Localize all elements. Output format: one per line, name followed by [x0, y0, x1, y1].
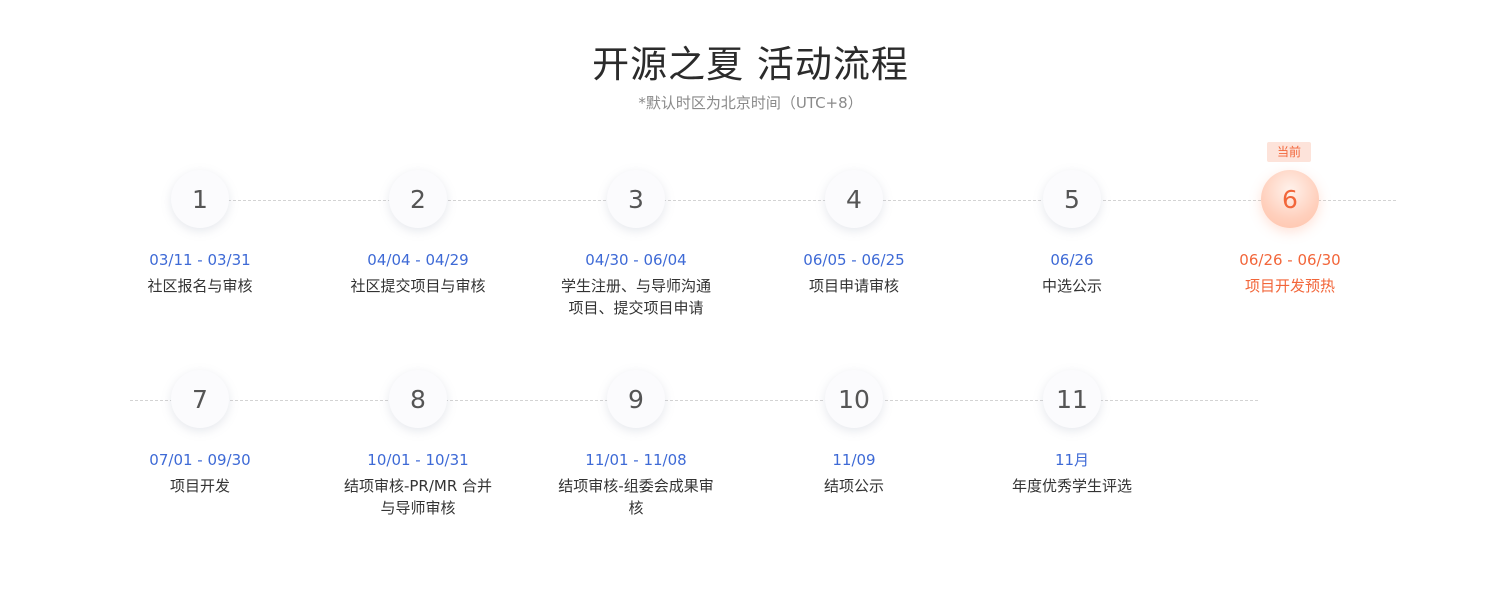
current-badge: 当前 [1267, 142, 1311, 162]
step-label: 结项审核-组委会成果审核 [558, 477, 714, 517]
step-label: 社区报名与审核 [147, 277, 253, 295]
step-label: 年度优秀学生评选 [1011, 477, 1132, 495]
step-number-circle[interactable]: 4 [825, 170, 883, 228]
step-date: 06/26 - 06/30 [1239, 251, 1341, 269]
page-title: 开源之夏 活动流程 [592, 43, 909, 86]
step-date: 10/01 - 10/31 [367, 451, 469, 469]
step-number-circle[interactable]: 5 [1043, 170, 1101, 228]
step-date: 11月 [1054, 451, 1090, 469]
step-date: 04/30 - 06/04 [585, 251, 687, 269]
step-label: 结项公示 [823, 477, 884, 495]
step-label: 项目开发预热 [1244, 277, 1335, 295]
step-label: 结项审核-PR/MR 合并与导师审核 [343, 477, 493, 517]
step-number-circle[interactable]: 9 [607, 370, 665, 428]
step-date: 07/01 - 09/30 [149, 451, 251, 469]
step-number-circle[interactable]: 1 [171, 170, 229, 228]
step-number-circle[interactable]: 6 [1261, 170, 1319, 228]
step-label: 社区提交项目与审核 [350, 277, 486, 295]
step-date: 06/26 [1050, 251, 1094, 269]
step-number-circle[interactable]: 11 [1043, 370, 1101, 428]
step-number-circle[interactable]: 7 [171, 370, 229, 428]
timezone-note: *默认时区为北京时间（UTC+8） [638, 94, 863, 112]
step-date: 11/01 - 11/08 [585, 451, 687, 469]
step-date: 04/04 - 04/29 [367, 251, 469, 269]
step-label: 学生注册、与导师沟通项目、提交项目申请 [560, 277, 711, 317]
step-label: 项目申请审核 [808, 277, 899, 295]
step-number-circle[interactable]: 10 [825, 370, 883, 428]
step-number-circle[interactable]: 2 [389, 170, 447, 228]
step-label: 项目开发 [169, 477, 230, 495]
step-date: 06/05 - 06/25 [803, 251, 905, 269]
step-number-circle[interactable]: 3 [607, 170, 665, 228]
step-number-circle[interactable]: 8 [389, 370, 447, 428]
step-date: 11/09 [832, 451, 876, 469]
step-label: 中选公示 [1041, 277, 1102, 295]
step-date: 03/11 - 03/31 [149, 251, 251, 269]
